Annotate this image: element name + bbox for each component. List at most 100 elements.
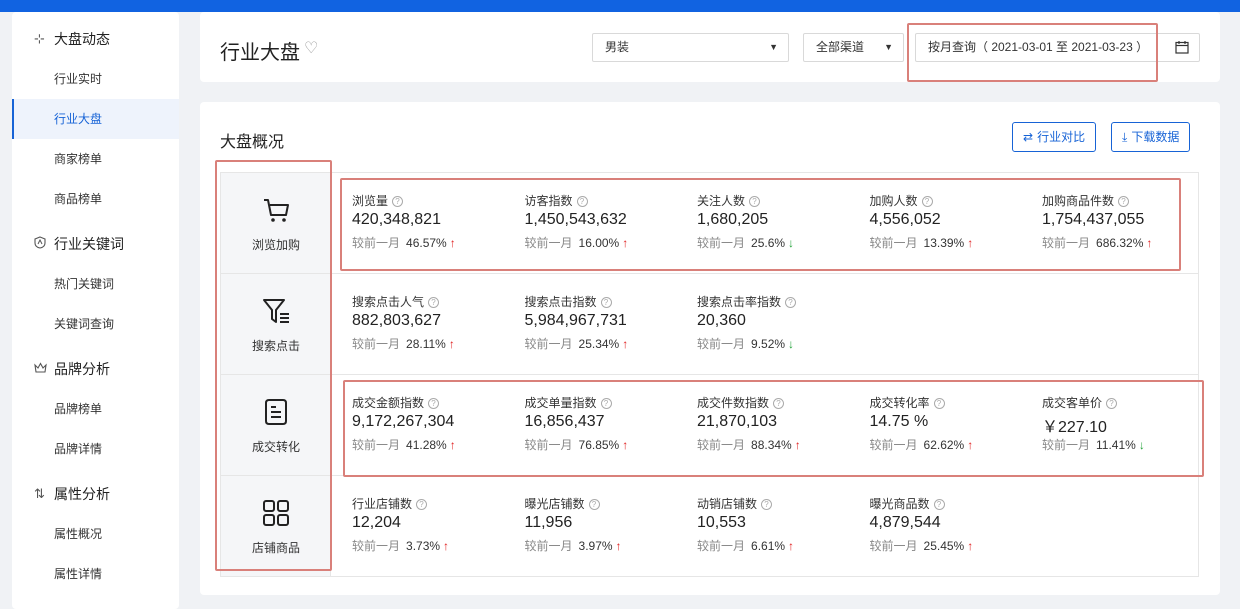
filter-icon [263, 299, 289, 323]
metric-value: 11,956 [524, 514, 573, 531]
cart-icon [264, 199, 289, 222]
date-range-picker[interactable]: 按月查询（ 2021-03-01 至 2021-03-23 ） [915, 33, 1200, 62]
sidebar-item-merchant-ranking[interactable]: 商家榜单 [12, 139, 179, 179]
metric-name: 关注人数? [697, 192, 761, 209]
help-icon[interactable]: ? [749, 196, 761, 207]
sort-icon: ⇅ [34, 486, 45, 501]
heart-icon[interactable]: ♡ [304, 38, 318, 58]
metric-cell: 行业店铺数? 12,204 较前一月 3.73% ↑ [352, 476, 524, 576]
metric-compare: 较前一月 3.73% ↑ [352, 537, 449, 554]
help-icon[interactable]: ? [933, 499, 945, 510]
help-icon[interactable]: ? [600, 297, 612, 308]
sidebar-group-attributes[interactable]: ⇅ 属性分析 [12, 474, 179, 514]
metric-value: 1,450,543,632 [524, 211, 627, 228]
arrow-up-icon: ↑ [622, 236, 629, 250]
metrics-row-browse: 浏览加购 浏览量? 420,348,821 较前一月 46.57% ↑ 访客指数? 1,45… [221, 173, 1198, 274]
compare-prefix: 较前一月 [1042, 236, 1091, 250]
sidebar-item-industry-overview[interactable]: 行业大盘 [12, 99, 179, 139]
sidebar-group-dashboard[interactable]: ⊹ 大盘动态 [12, 19, 179, 59]
sidebar-group-keywords[interactable]: 行业关键词 [12, 224, 179, 264]
help-icon[interactable]: ? [600, 398, 612, 409]
help-icon[interactable]: ? [428, 297, 440, 308]
help-icon[interactable]: ? [1106, 398, 1118, 409]
metric-cell: 搜索点击指数? 5,984,967,731 较前一月 25.34% ↑ [525, 274, 697, 374]
metric-cell: 成交金额指数? 9,172,267,304 较前一月 41.28% ↑ [352, 375, 524, 475]
metric-cell: 关注人数? 1,680,205 较前一月 25.6% ↓ [697, 173, 869, 273]
metric-cell: 成交件数指数? 21,870,103 较前一月 88.34% ↑ [697, 375, 869, 475]
row-label-search: 搜索点击 [221, 274, 331, 374]
metric-name: 访客指数? [525, 192, 588, 209]
metric-name: 成交转化率? [870, 394, 945, 411]
help-icon[interactable]: ? [933, 398, 945, 409]
sidebar-item-hot-keywords[interactable]: 热门关键词 [12, 264, 179, 304]
metric-cell: 加购人数? 4,556,052 较前一月 13.39% ↑ [870, 173, 1042, 273]
metric-cell: 成交客单价? ￥227.10 较前一月 11.41% ↓ [1042, 375, 1214, 475]
arrow-up-icon: ↑ [443, 539, 450, 553]
category-select-value: 男装 [605, 40, 630, 54]
metric-value: 5,984,967,731 [524, 312, 627, 329]
metric-name: 曝光商品数? [870, 495, 945, 512]
metric-value: 12,204 [352, 514, 401, 531]
section-title: 大盘概况 [220, 134, 285, 151]
shield-icon [34, 236, 54, 252]
arrow-up-icon: ↑ [622, 438, 629, 452]
metric-name: 行业店铺数? [352, 495, 428, 512]
metric-cell: 搜索点击人气? 882,803,627 较前一月 28.11% ↑ [352, 274, 524, 374]
channel-select-value: 全部渠道 [816, 40, 865, 54]
channel-select[interactable]: 全部渠道 ▼ [803, 33, 904, 62]
metrics-table: 浏览加购 浏览量? 420,348,821 较前一月 46.57% ↑ 访客指数? 1,45… [220, 172, 1199, 577]
arrow-up-icon: ↑ [448, 337, 455, 351]
category-select[interactable]: 男装 ▼ [592, 33, 789, 62]
change-percent: 25.6% [751, 236, 786, 250]
sidebar-group-brand[interactable]: 品牌分析 [12, 349, 179, 389]
metric-name: 搜索点击人气? [352, 293, 440, 310]
metric-value: 882,803,627 [352, 312, 441, 329]
sidebar-item-attribute-overview[interactable]: 属性概况 [12, 514, 179, 554]
arrow-up-icon: ↑ [967, 236, 974, 250]
compare-prefix: 较前一月 [352, 438, 401, 452]
date-range-text: 按月查询（ 2021-03-01 至 2021-03-23 ） [928, 40, 1149, 54]
arrow-down-icon: ↓ [788, 337, 795, 351]
arrow-up-icon: ↑ [449, 438, 456, 452]
arrow-up-icon: ↑ [967, 438, 974, 452]
change-percent: 46.57% [406, 236, 447, 250]
sidebar-item-realtime[interactable]: 行业实时 [12, 59, 179, 99]
industry-compare-button[interactable]: ⇄ 行业对比 [1012, 122, 1097, 152]
help-icon[interactable]: ? [761, 499, 773, 510]
compare-prefix: 较前一月 [524, 236, 573, 250]
metric-compare: 较前一月 686.32% ↑ [1042, 234, 1152, 251]
download-icon: ⤓ [1122, 130, 1128, 144]
metric-compare: 较前一月 11.41% ↓ [1042, 436, 1145, 453]
compare-prefix: 较前一月 [869, 539, 918, 553]
sidebar-item-brand-ranking[interactable]: 品牌榜单 [12, 389, 179, 429]
metric-name: 曝光店铺数? [525, 495, 600, 512]
help-icon[interactable]: ? [921, 196, 933, 207]
sidebar-item-brand-detail[interactable]: 品牌详情 [12, 429, 179, 469]
top-bar [0, 0, 1240, 12]
metric-compare: 较前一月 88.34% ↑ [697, 436, 801, 453]
help-icon[interactable]: ? [416, 499, 428, 510]
download-data-button[interactable]: ⤓ 下载数据 [1111, 122, 1191, 152]
change-percent: 41.28% [406, 438, 447, 452]
compare-prefix: 较前一月 [352, 539, 401, 553]
metric-cell: 曝光商品数? 4,879,544 较前一月 25.45% ↑ [870, 476, 1042, 576]
calendar-icon[interactable] [1175, 40, 1189, 54]
help-icon[interactable]: ? [576, 196, 588, 207]
metric-compare: 较前一月 9.52% ↓ [697, 335, 794, 352]
change-percent: 9.52% [751, 337, 786, 351]
help-icon[interactable]: ? [428, 398, 440, 409]
metric-value: 14.75 % [869, 413, 929, 430]
help-icon[interactable]: ? [785, 297, 797, 308]
help-icon[interactable]: ? [588, 499, 600, 510]
help-icon[interactable]: ? [773, 398, 785, 409]
help-icon[interactable]: ? [392, 196, 404, 207]
sidebar-item-keyword-search[interactable]: 关键词查询 [12, 304, 179, 344]
sidebar-item-attribute-detail[interactable]: 属性详情 [12, 554, 179, 594]
compare-prefix: 较前一月 [352, 337, 401, 351]
sidebar-group-label: 行业关键词 [54, 236, 124, 252]
change-percent: 25.34% [578, 337, 620, 351]
metric-name: 浏览量? [352, 192, 404, 209]
metric-compare: 较前一月 41.28% ↑ [352, 436, 456, 453]
help-icon[interactable]: ? [1118, 196, 1130, 207]
sidebar-item-product-ranking[interactable]: 商品榜单 [12, 179, 179, 219]
